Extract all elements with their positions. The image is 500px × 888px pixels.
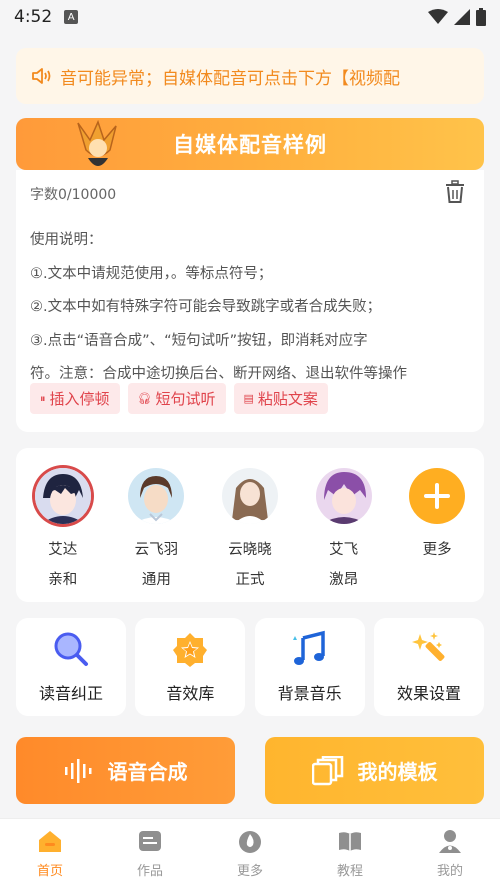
instruction-line: ②.文本中如有特殊字符可能会导致跳字或者合成失败；: [30, 299, 382, 315]
status-bar: 4:52 A: [0, 0, 500, 34]
templates-icon: [311, 755, 343, 785]
tool-label: 背景音乐: [277, 684, 342, 703]
magic-wand-icon: [411, 632, 445, 661]
music-note-icon: [292, 630, 325, 665]
plus-icon: [409, 468, 466, 524]
my-templates-label: 我的模板: [357, 760, 438, 784]
insert-pause-label: 插入停顿: [49, 390, 110, 408]
voice-option[interactable]: 艾飞 激昂: [305, 468, 383, 602]
status-icons: [428, 8, 486, 26]
instruction-line: ①.文本中请规范使用，。等标点符号；: [30, 265, 273, 282]
headphone-icon: 🎧︎: [137, 392, 152, 405]
background-music-button[interactable]: 背景音乐: [254, 618, 365, 716]
wifi-icon: [428, 9, 448, 24]
tab-profile[interactable]: 我的: [415, 828, 485, 879]
voice-style: 正式: [235, 572, 265, 588]
app-notification-icon: A: [64, 10, 79, 24]
tool-label: 音效库: [166, 684, 215, 703]
effect-settings-button[interactable]: 效果设置: [373, 618, 484, 716]
trash-icon[interactable]: [444, 180, 466, 204]
speaker-icon: [32, 68, 51, 84]
battery-icon: [476, 8, 486, 26]
magnifier-icon: [54, 632, 88, 666]
tab-label: 教程: [336, 864, 363, 879]
voice-style: 激昂: [329, 572, 359, 588]
tab-works[interactable]: 作品: [115, 828, 185, 879]
voice-style: 通用: [141, 572, 171, 588]
sample-banner-title: 自媒体配音样例: [173, 133, 327, 157]
star-icon: [173, 633, 208, 667]
more-voices-label: 更多: [422, 542, 452, 558]
tool-label: 效果设置: [396, 684, 461, 703]
tab-tutorial[interactable]: 教程: [315, 828, 385, 879]
my-templates-button[interactable]: 我的模板: [265, 737, 484, 804]
voice-name: 艾飞: [329, 542, 359, 558]
voice-name: 艾达: [48, 542, 78, 558]
paste-text-label: 粘贴文案: [257, 390, 318, 408]
voice-option[interactable]: 云晓晓 正式: [211, 468, 289, 602]
tool-grid: 读音纠正 音效库 背景音乐 效果设置: [16, 618, 484, 716]
signal-icon: [454, 9, 470, 25]
avatar: [34, 468, 91, 524]
voice-name: 云飞羽: [134, 542, 179, 558]
tab-label: 首页: [36, 864, 63, 879]
tab-home[interactable]: 首页: [15, 828, 85, 879]
book-icon: [339, 832, 361, 851]
avatar: [128, 468, 185, 524]
pronunciation-correction-button[interactable]: 读音纠正: [16, 618, 126, 716]
fire-icon: [239, 831, 261, 853]
works-icon: [139, 831, 161, 851]
sample-banner[interactable]: 自媒体配音样例: [16, 118, 484, 170]
preview-sentence-label: 短句试听: [155, 390, 216, 408]
user-icon: [439, 830, 461, 853]
character-mascot-icon: [77, 119, 117, 166]
text-editor[interactable]: 字数0/10000 使用说明： ①.文本中请规范使用，。等标点符号； ②.文本中…: [16, 170, 484, 432]
tab-label: 我的: [436, 864, 463, 879]
waveform-icon: [64, 758, 91, 783]
avatar: [315, 468, 372, 524]
preview-sentence-button[interactable]: 🎧︎ 短句试听: [127, 383, 226, 414]
home-icon: [39, 831, 61, 852]
voice-style: 亲和: [48, 572, 78, 588]
usage-instructions: 使用说明： ①.文本中请规范使用，。等标点符号； ②.文本中如有特殊字符可能会导…: [30, 224, 470, 392]
bottom-tab-bar: 首页 作品 更多 教程 我的: [0, 818, 500, 888]
tool-label: 读音纠正: [38, 684, 103, 703]
tab-more[interactable]: 更多: [215, 828, 285, 879]
synthesize-voice-button[interactable]: 语音合成: [16, 737, 235, 804]
voice-name: 云晓晓: [228, 542, 272, 558]
pause-icon: ⏸: [40, 391, 46, 405]
status-time: 4:52: [14, 7, 53, 27]
tab-label: 作品: [136, 864, 163, 879]
synthesize-voice-label: 语音合成: [107, 760, 188, 784]
tab-label: 更多: [236, 864, 263, 879]
more-voices-button[interactable]: 更多: [398, 468, 476, 602]
paste-text-button[interactable]: ▤ 粘贴文案: [233, 383, 328, 414]
notice-text: 音可能异常；自媒体配音可点击下方【视频配: [60, 68, 400, 89]
editor-toolbar: ⏸ 插入停顿 🎧︎ 短句试听 ▤ 粘贴文案: [30, 383, 328, 414]
word-count: 字数0/10000: [30, 187, 117, 203]
insert-pause-button[interactable]: ⏸ 插入停顿: [30, 383, 120, 414]
avatar: [221, 468, 278, 524]
voice-option[interactable]: 云飞羽 通用: [117, 468, 195, 602]
instruction-line: ③.点击“语音合成”、“短句试听”按钮，即消耗对应字: [30, 332, 368, 349]
instruction-line: 使用说明：: [30, 232, 103, 248]
clipboard-icon: ▤: [243, 392, 254, 405]
notice-bar[interactable]: 音可能异常；自媒体配音可点击下方【视频配: [16, 48, 484, 104]
voice-selector: 艾达 亲和 云飞羽 通用 云晓晓 正式 艾飞 激昂 更多: [16, 448, 484, 602]
sound-effects-button[interactable]: 音效库: [135, 618, 246, 716]
primary-actions: 语音合成 我的模板: [16, 737, 484, 804]
voice-option[interactable]: 艾达 亲和: [24, 468, 102, 602]
